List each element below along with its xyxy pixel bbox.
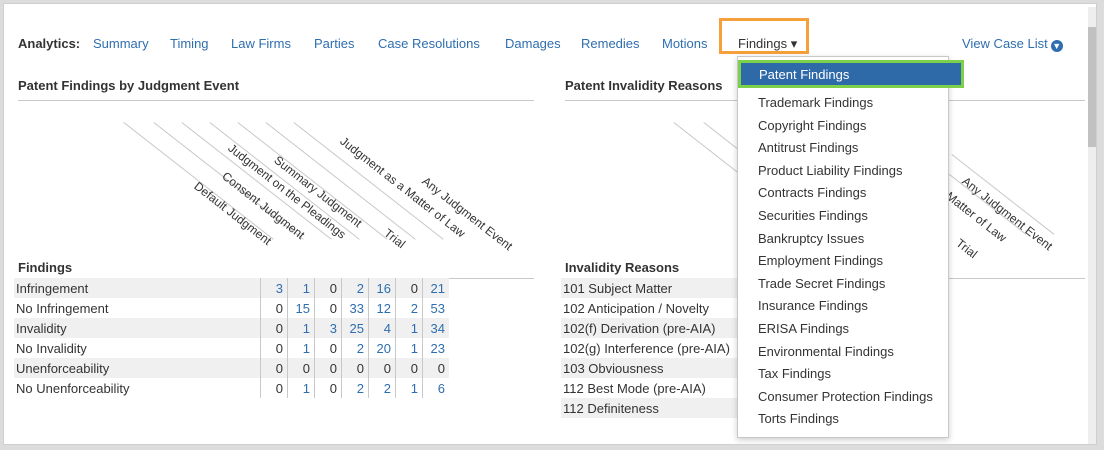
dropdown-item[interactable]: Consumer Protection Findings: [758, 389, 933, 404]
caret-down-icon: ▾: [790, 36, 798, 51]
cell-value: 0: [368, 358, 396, 378]
vertical-scrollbar[interactable]: [1088, 7, 1096, 444]
nav-motions[interactable]: Motions: [662, 36, 708, 51]
findings-label: Findings: [738, 36, 788, 51]
dropdown-item[interactable]: Contracts Findings: [758, 185, 866, 200]
cell-value[interactable]: 16: [368, 278, 396, 298]
cell-value[interactable]: 25: [341, 318, 369, 338]
cell-value[interactable]: 23: [422, 338, 449, 358]
nav-summary[interactable]: Summary: [93, 36, 149, 51]
row-label: No Infringement: [16, 300, 109, 316]
right-section-title: Patent Invalidity Reasons: [565, 78, 723, 93]
dropdown-item[interactable]: Tax Findings: [758, 366, 831, 381]
cell-value[interactable]: 1: [395, 338, 423, 358]
cell-value[interactable]: 20: [368, 338, 396, 358]
cell-value[interactable]: 3: [314, 318, 342, 338]
view-case-list-label: View Case List: [962, 36, 1048, 51]
row-label: Unenforceability: [14, 358, 261, 378]
cell-value: 0: [260, 298, 288, 318]
nav-remedies[interactable]: Remedies: [581, 36, 640, 51]
right-row-header: Invalidity Reasons: [565, 260, 680, 275]
findings-dropdown-menu: Patent Findings Trademark Findings Copyri…: [737, 56, 964, 438]
cell-value: 0: [395, 278, 423, 298]
nav-law-firms[interactable]: Law Firms: [231, 36, 291, 51]
dropdown-item[interactable]: Product Liability Findings: [758, 163, 903, 178]
cell-value: 0: [341, 358, 369, 378]
col-right-trial: Trial: [953, 236, 981, 262]
cell-value[interactable]: 4: [368, 318, 396, 338]
dropdown-item[interactable]: Employment Findings: [758, 253, 883, 268]
row-label: No Invalidity: [16, 340, 87, 356]
header-divider: [951, 154, 1055, 235]
cell-value: 0: [314, 298, 342, 318]
dropdown-item[interactable]: Trademark Findings: [758, 95, 873, 110]
cell-value[interactable]: 21: [422, 278, 449, 298]
cell-value: 0: [260, 378, 288, 398]
analytics-label: Analytics:: [18, 36, 81, 51]
nav-parties[interactable]: Parties: [314, 36, 354, 51]
dropdown-item[interactable]: Torts Findings: [758, 411, 839, 426]
cell-value[interactable]: 3: [260, 278, 288, 298]
cell-value[interactable]: 2: [368, 378, 396, 398]
scrollbar-thumb[interactable]: [1088, 27, 1096, 147]
cell-value: 0: [314, 338, 342, 358]
left-table: Infringement 3 1 0 2 16 0 21 No Infringement 0 15 0…: [14, 278, 449, 398]
findings-dropdown-toggle[interactable]: Findings ▾: [738, 36, 797, 52]
cell-value: 0: [422, 358, 449, 378]
cell-value[interactable]: 6: [422, 378, 449, 398]
cell-value[interactable]: 1: [287, 278, 315, 298]
row-label: Invalidity: [14, 318, 261, 338]
table-row: No Invalidity 0 1 0 2 20 1 23: [14, 338, 449, 358]
cell-value[interactable]: 33: [341, 298, 369, 318]
cell-value: 0: [314, 378, 342, 398]
cell-value[interactable]: 2: [341, 338, 369, 358]
table-row: Infringement 3 1 0 2 16 0 21: [14, 278, 449, 298]
cell-value: 0: [314, 358, 342, 378]
cell-value: 0: [395, 358, 423, 378]
nav-damages[interactable]: Damages: [505, 36, 561, 51]
dropdown-item[interactable]: Trade Secret Findings: [758, 276, 885, 291]
left-divider: [18, 100, 534, 101]
table-row: Invalidity 0 1 3 25 4 1 34: [14, 318, 449, 338]
dropdown-item[interactable]: Environmental Findings: [758, 344, 894, 359]
dropdown-item-patent-findings[interactable]: Patent Findings: [738, 60, 964, 88]
cell-value[interactable]: 34: [422, 318, 449, 338]
cell-value[interactable]: 53: [422, 298, 449, 318]
dropdown-item[interactable]: Bankruptcy Issues: [758, 231, 864, 246]
dropdown-item[interactable]: Securities Findings: [758, 208, 868, 223]
row-label: No Unenforceability: [16, 380, 130, 396]
table-row: No Unenforceability 0 1 0 2 2 1 6: [14, 378, 449, 398]
cell-value[interactable]: 1: [287, 318, 315, 338]
dropdown-item[interactable]: Antitrust Findings: [758, 140, 858, 155]
table-row: Unenforceability 0 0 0 0 0 0 0: [14, 358, 449, 378]
nav-case-resolutions[interactable]: Case Resolutions: [378, 36, 480, 51]
dropdown-item[interactable]: Insurance Findings: [758, 298, 868, 313]
cell-value[interactable]: 12: [368, 298, 396, 318]
cell-value[interactable]: 1: [395, 318, 423, 338]
table-row: No Infringement 0 15 0 33 12 2 53: [14, 298, 449, 318]
dropdown-item[interactable]: ERISA Findings: [758, 321, 849, 336]
cell-value: 0: [287, 358, 315, 378]
arrow-down-circle-icon: ▼: [1050, 40, 1063, 52]
cell-value: 0: [260, 318, 288, 338]
dropdown-item-label: Patent Findings: [759, 67, 850, 82]
cell-value: 0: [314, 278, 342, 298]
left-row-header: Findings: [18, 260, 73, 275]
cell-value[interactable]: 1: [287, 338, 315, 358]
cell-value[interactable]: 2: [341, 278, 369, 298]
cell-value[interactable]: 15: [287, 298, 315, 318]
view-case-list-link[interactable]: View Case List ▼: [962, 36, 1063, 52]
cell-value[interactable]: 1: [287, 378, 315, 398]
analytics-nav: Analytics: Summary Timing Law Firms Part…: [18, 36, 1088, 58]
row-label: Infringement: [14, 278, 261, 298]
dropdown-item[interactable]: Copyright Findings: [758, 118, 866, 133]
cell-value: 0: [260, 358, 288, 378]
nav-timing[interactable]: Timing: [170, 36, 209, 51]
cell-value[interactable]: 1: [395, 378, 423, 398]
left-section-title: Patent Findings by Judgment Event: [18, 78, 240, 93]
cell-value[interactable]: 2: [341, 378, 369, 398]
cell-value: 0: [260, 338, 288, 358]
analytics-panel: Analytics: Summary Timing Law Firms Part…: [3, 3, 1097, 445]
cell-value[interactable]: 2: [395, 298, 423, 318]
